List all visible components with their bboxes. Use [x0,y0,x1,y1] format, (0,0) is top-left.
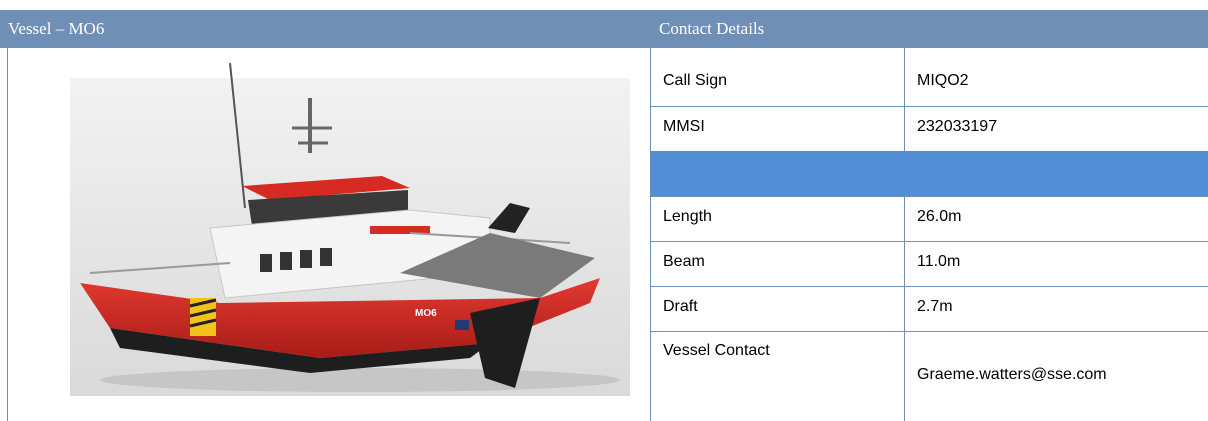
row-label-beam: Beam [663,253,705,270]
hazard-stripes [189,298,217,336]
contact-title: Contact Details [659,19,765,38]
separator-row [651,151,1208,196]
row-divider [651,106,1208,107]
boat-shadow [100,368,620,392]
row-label-call-sign: Call Sign [663,72,728,89]
row-value-mmsi: 232033197 [917,118,998,135]
row-divider [651,286,1208,287]
row-divider [651,331,1208,332]
vessel-photo: MO6 [70,62,630,396]
row-divider [651,196,1208,197]
row-value-call-sign: MIQO2 [917,72,969,89]
row-value-vessel-contact[interactable]: Graeme.watters@sse.com [905,366,1107,384]
vessel-title: Vessel – MO6 [8,19,105,38]
left-border [7,48,8,421]
row-label-draft: Draft [663,298,698,315]
flag-icon [455,320,469,330]
contact-header: Contact Details [651,10,1208,48]
row-value-beam: 11.0m [917,253,961,270]
vessel-header: Vessel – MO6 [0,10,650,48]
row-label-vessel-contact: Vessel Contact [663,342,770,359]
row-label-length: Length [663,208,712,225]
row-label-mmsi: MMSI [663,118,705,135]
row-divider [651,241,1208,242]
row-value-length: 26.0m [917,208,962,225]
row-value-draft: 2.7m [917,298,953,315]
hull-name: MO6 [415,308,437,319]
